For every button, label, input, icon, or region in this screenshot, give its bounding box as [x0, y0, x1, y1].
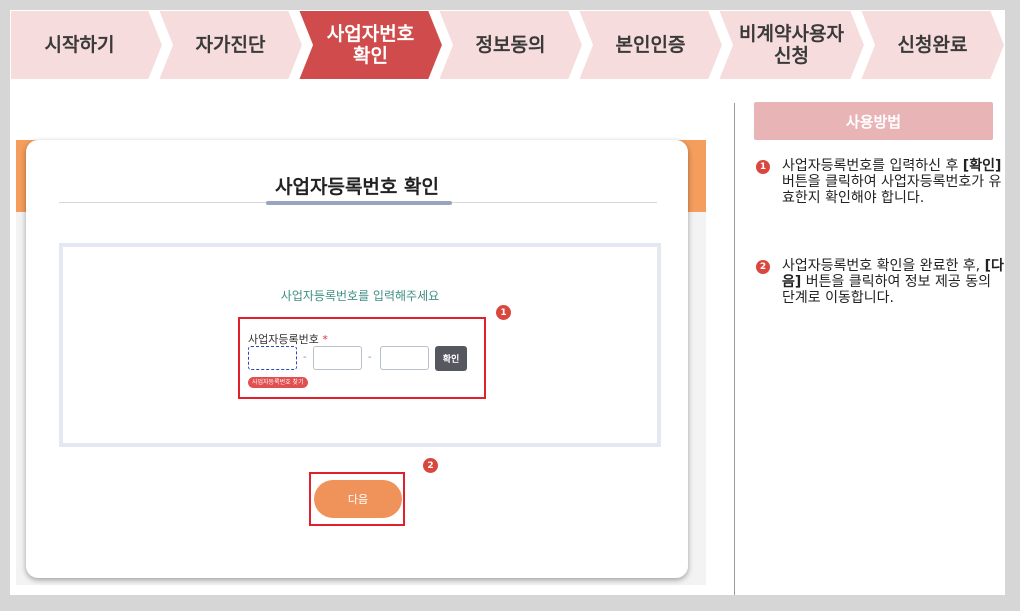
tip-1-text-bold: [확인] [962, 158, 1002, 174]
step-label-3: 사업자번호 확인 [326, 23, 415, 67]
step-label-1: 시작하기 [44, 34, 115, 56]
highlight-box-input [238, 317, 486, 399]
title-underline [266, 201, 452, 205]
tip-1-text-a: 사업자등록번호를 입력하신 후 [782, 158, 963, 174]
tip-1: 1 사업자등록번호를 입력하신 후 [확인] 버튼을 클릭하여 사업자등록번호가… [756, 158, 1005, 206]
tip-2: 2 사업자등록번호 확인을 완료한 후, [다음] 버튼을 클릭하여 정보 제공… [756, 258, 1005, 306]
application-window: 시작하기 자가진단 사업자번호 확인 정보동의 본인인증 비계약사용자 신청 신청완료 사업… [10, 10, 1005, 595]
progress-stepper: 시작하기 자가진단 사업자번호 확인 정보동의 본인인증 비계약사용자 신청 신청완료 [10, 10, 1005, 80]
tip-2-text-b: 버튼을 클릭하여 정보 제공 동의 단계로 이동합니다. [782, 274, 991, 306]
step-label-4: 정보동의 [475, 34, 546, 56]
business-number-card: 사업자등록번호 확인 사업자등록번호를 입력해주세요 사업자등록번호 * - -… [26, 140, 688, 578]
input-prompt: 사업자등록번호를 입력해주세요 [280, 289, 440, 303]
step-label-7: 신청완료 [897, 34, 968, 56]
tip-2-text: 사업자등록번호 확인을 완료한 후, [다음] 버튼을 클릭하여 정보 제공 동… [782, 258, 1005, 306]
tip-1-number: 1 [756, 160, 770, 174]
step-marker-2: 2 [423, 458, 438, 473]
tip-1-text-b: 버튼을 클릭하여 사업자등록번호가 유효한지 확인해야 합니다. [782, 174, 1002, 206]
highlight-box-next [309, 472, 405, 526]
step-label-2: 자가진단 [195, 34, 266, 56]
step-marker-1: 1 [496, 305, 511, 320]
card-title: 사업자등록번호 확인 [275, 176, 439, 198]
step-label-6: 비계약사용자 신청 [739, 23, 844, 67]
tip-1-text: 사업자등록번호를 입력하신 후 [확인] 버튼을 클릭하여 사업자등록번호가 유… [782, 158, 1005, 206]
tip-2-number: 2 [756, 260, 770, 274]
step-label-5: 본인인증 [615, 34, 686, 56]
panel-divider [734, 103, 735, 595]
tip-2-text-a: 사업자등록번호 확인을 완료한 후, [782, 258, 985, 274]
how-to-use-header: 사용방법 [754, 102, 993, 140]
